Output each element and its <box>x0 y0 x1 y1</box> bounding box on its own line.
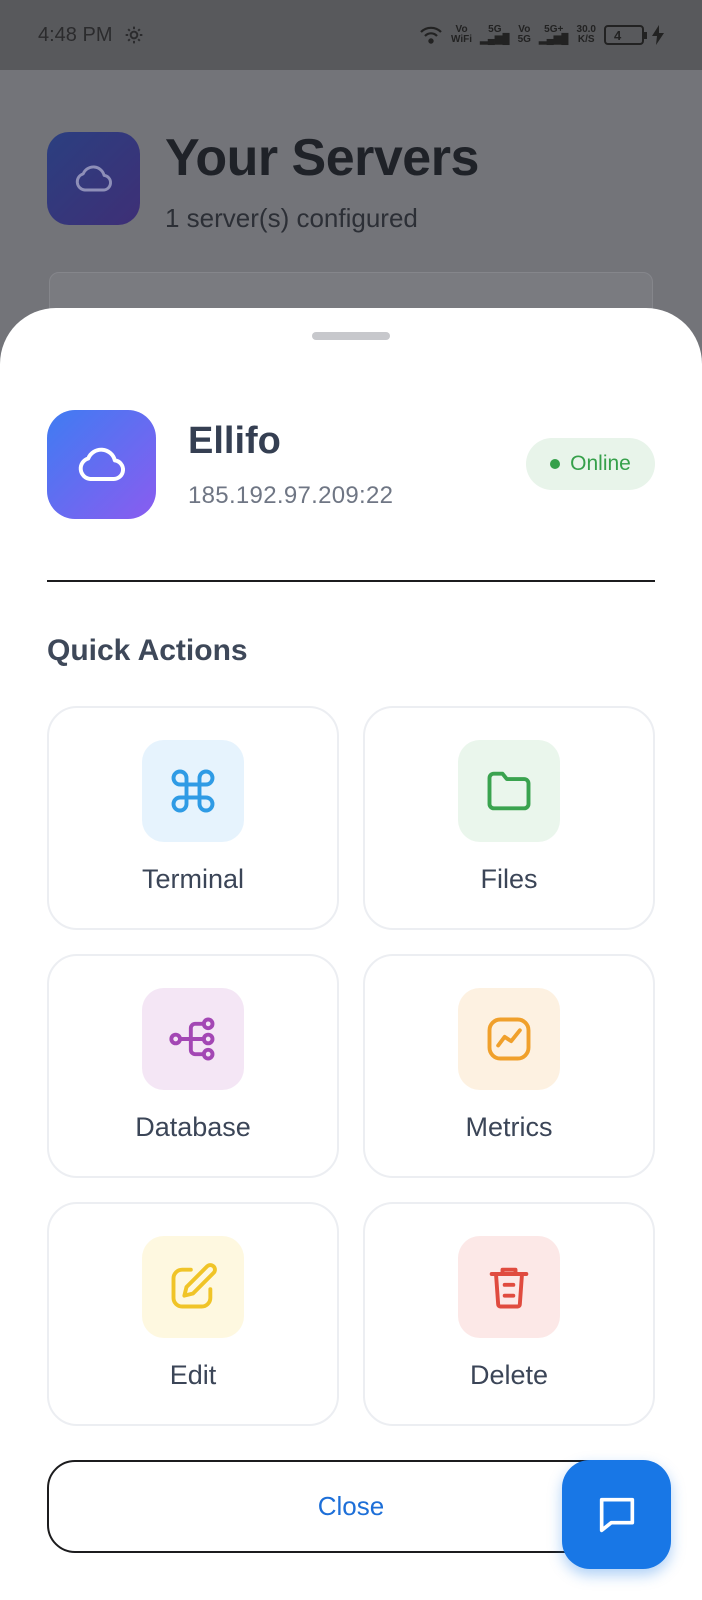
metrics-icon-box <box>458 988 560 1090</box>
cloud-icon <box>75 165 112 191</box>
server-address: 185.192.97.209:22 <box>188 482 394 509</box>
action-delete-button[interactable]: Delete <box>363 1202 655 1426</box>
status-time: 4:48 PM <box>38 23 113 46</box>
action-label: Terminal <box>141 864 245 894</box>
wifi-icon <box>420 26 442 44</box>
action-label: Database <box>135 1112 251 1142</box>
action-database-button[interactable]: Database <box>47 954 339 1178</box>
server-actions-sheet: Ellifo 185.192.97.209:22 Online Quick Ac… <box>0 308 702 1600</box>
charging-icon <box>652 25 664 45</box>
terminal-icon-box <box>142 740 244 842</box>
server-avatar <box>47 410 156 519</box>
signal-5gplus-label: 5G+ ▂▄▆█ <box>538 24 569 45</box>
drag-handle[interactable] <box>312 332 390 340</box>
chat-bubble-icon <box>599 1497 634 1532</box>
server-name: Ellifo <box>188 420 281 462</box>
action-label: Metrics <box>465 1112 553 1142</box>
chart-icon <box>487 1017 531 1061</box>
vowifi-label: Vo WiFi <box>451 24 473 45</box>
command-icon <box>171 769 215 813</box>
battery-icon: 4 <box>604 25 647 45</box>
vo5g-label: Vo 5G <box>517 24 531 45</box>
divider <box>47 580 655 582</box>
network-speed: 30.0 K/S <box>576 24 596 45</box>
action-terminal-button[interactable]: Terminal <box>47 706 339 930</box>
action-label: Delete <box>469 1360 549 1390</box>
online-dot-icon <box>550 459 561 469</box>
edit-icon <box>171 1263 217 1309</box>
status-text: Online <box>570 452 631 475</box>
edit-icon-box <box>142 1236 244 1338</box>
status-indicators: Vo WiFi 5G ▂▄▆█ Vo 5G 5G+ ▂▄▆█ 30.0 K/S 4 <box>419 25 664 45</box>
action-label: Files <box>480 864 538 894</box>
database-icon-box <box>142 988 244 1090</box>
action-files-button[interactable]: Files <box>363 706 655 930</box>
page-title: Your Servers <box>165 129 479 187</box>
folder-icon <box>487 771 531 811</box>
status-bar: 4:48 PM Vo WiFi 5G ▂▄▆█ Vo 5G 5G+ ▂▄▆█ 30.0 K… <box>0 0 702 70</box>
cloud-icon <box>78 447 125 481</box>
page-subtitle: 1 server(s) configured <box>165 203 418 233</box>
signal-5g-label: 5G ▂▄▆█ <box>480 24 510 45</box>
quick-actions-title: Quick Actions <box>47 634 248 667</box>
app-logo <box>47 132 140 225</box>
tree-icon <box>169 1017 215 1061</box>
delete-icon-box <box>458 1236 560 1338</box>
action-metrics-button[interactable]: Metrics <box>363 954 655 1178</box>
action-label: Edit <box>169 1360 217 1390</box>
action-edit-button[interactable]: Edit <box>47 1202 339 1426</box>
settings-gear-icon <box>126 26 143 44</box>
status-badge: Online <box>526 438 655 490</box>
files-icon-box <box>458 740 560 842</box>
chat-fab-button[interactable] <box>562 1460 671 1569</box>
trash-icon <box>489 1267 529 1309</box>
